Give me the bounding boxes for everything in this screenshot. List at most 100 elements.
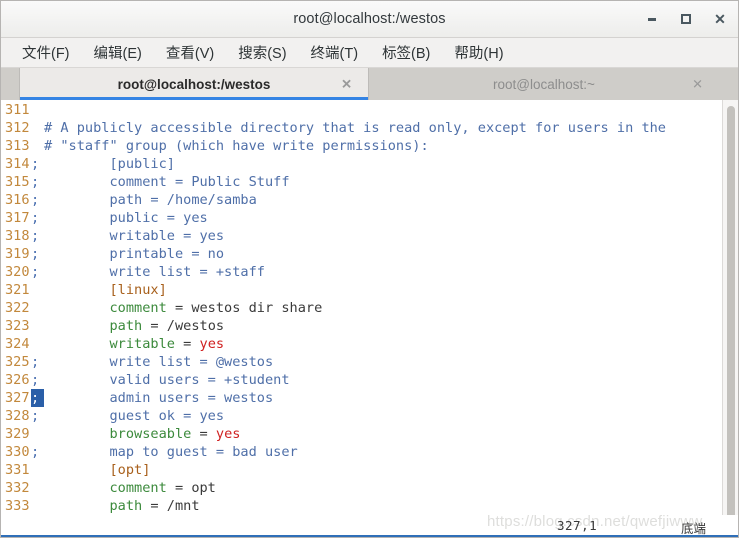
comment-marker <box>31 101 44 119</box>
comment-marker <box>31 281 44 299</box>
editor-line[interactable]: 312 # A publicly accessible directory th… <box>1 119 722 137</box>
terminal-content[interactable]: 311 312 # A publicly accessible director… <box>1 100 738 537</box>
editor-line[interactable]: 317; public = yes <box>1 209 722 227</box>
comment-marker <box>31 317 44 335</box>
menu-item-terminal[interactable]: 终端(T) <box>302 39 368 66</box>
line-number: 331 <box>5 462 30 478</box>
editor-line[interactable]: 329 browseable = yes <box>1 425 722 443</box>
code-segment: writable <box>44 336 175 352</box>
code-segment: yes <box>215 426 241 442</box>
editor-line[interactable]: 325; write list = @westos <box>1 353 722 371</box>
line-number: 320 <box>5 264 30 280</box>
code-segment: [public] <box>44 156 175 172</box>
code-segment: # A publicly accessible directory that i… <box>44 120 666 136</box>
line-text: write list = @westos <box>44 353 722 371</box>
line-text: printable = no <box>44 245 722 263</box>
line-text: path = /westos <box>44 317 722 335</box>
editor-line[interactable]: 322 comment = westos dir share <box>1 299 722 317</box>
comment-marker: ; <box>31 264 40 280</box>
editor-line[interactable]: 331 [opt] <box>1 461 722 479</box>
editor-lines[interactable]: 311 312 # A publicly accessible director… <box>1 100 722 537</box>
editor-line[interactable]: 326; valid users = +student <box>1 371 722 389</box>
close-button[interactable]: ✕ <box>712 11 728 27</box>
scrollbar-thumb[interactable] <box>727 106 735 531</box>
line-text: guest ok = yes <box>44 407 722 425</box>
window-controls: ✕ <box>644 1 728 37</box>
code-segment: admin users = westos <box>44 390 274 406</box>
comment-marker: ; <box>31 408 40 424</box>
tab-bar: root@localhost:/westos ✕ root@localhost:… <box>1 68 738 100</box>
editor-line[interactable]: 328; guest ok = yes <box>1 407 722 425</box>
line-text: path = /home/samba <box>44 191 722 209</box>
comment-marker <box>31 425 44 443</box>
code-segment: yes <box>199 336 225 352</box>
editor-line[interactable]: 327; admin users = westos <box>1 389 722 407</box>
menu-item-tabs[interactable]: 标签(B) <box>373 39 439 66</box>
comment-marker <box>31 335 44 353</box>
line-text: public = yes <box>44 209 722 227</box>
tab-home[interactable]: root@localhost:~ ✕ <box>369 68 719 100</box>
menu-item-file[interactable]: 文件(F) <box>13 39 79 66</box>
code-segment: valid users = +student <box>44 372 290 388</box>
line-number: 330 <box>5 444 30 460</box>
maximize-button[interactable] <box>678 11 694 27</box>
line-number: 312 <box>5 120 30 136</box>
menu-bar: 文件(F) 编辑(E) 查看(V) 搜索(S) 终端(T) 标签(B) 帮助(H… <box>1 38 738 68</box>
line-text: # A publicly accessible directory that i… <box>44 119 722 137</box>
line-number: 327 <box>5 390 30 406</box>
editor-line[interactable]: 324 writable = yes <box>1 335 722 353</box>
editor-line[interactable]: 313 # "staff" group (which have write pe… <box>1 137 722 155</box>
editor-line[interactable]: 321 [linux] <box>1 281 722 299</box>
line-text: [linux] <box>44 281 722 299</box>
editor-line[interactable]: 330; map to guest = bad user <box>1 443 722 461</box>
editor-line[interactable]: 323 path = /westos <box>1 317 722 335</box>
code-segment: write list = +staff <box>44 264 265 280</box>
menu-item-help[interactable]: 帮助(H) <box>445 39 512 66</box>
editor-line[interactable]: 311 <box>1 101 722 119</box>
terminal-window: root@localhost:/westos ✕ 文件(F) 编辑(E) 查看(… <box>0 0 739 538</box>
comment-marker <box>31 497 44 515</box>
title-bar: root@localhost:/westos ✕ <box>1 1 738 38</box>
tab-close-icon[interactable]: ✕ <box>341 78 352 91</box>
line-number: 323 <box>5 318 30 334</box>
menu-item-edit[interactable]: 编辑(E) <box>85 39 151 66</box>
line-number: 324 <box>5 336 30 352</box>
editor-line[interactable]: 316; path = /home/samba <box>1 191 722 209</box>
editor-line[interactable]: 333 path = /mnt <box>1 497 722 515</box>
tab-close-icon[interactable]: ✕ <box>692 78 703 91</box>
code-segment: path = /home/samba <box>44 192 257 208</box>
code-segment: comment <box>44 480 167 496</box>
code-segment: [opt] <box>44 462 151 478</box>
line-number: 328 <box>5 408 30 424</box>
line-number: 317 <box>5 210 30 226</box>
editor-line[interactable]: 319; printable = no <box>1 245 722 263</box>
line-text: writable = yes <box>44 335 722 353</box>
comment-marker: ; <box>31 228 40 244</box>
menu-item-search[interactable]: 搜索(S) <box>229 39 295 66</box>
editor-line[interactable]: 315; comment = Public Stuff <box>1 173 722 191</box>
line-text: write list = +staff <box>44 263 722 281</box>
cursor-block: ; <box>31 389 44 407</box>
code-segment: comment = Public Stuff <box>44 174 290 190</box>
line-text: browseable = yes <box>44 425 722 443</box>
code-segment: [linux] <box>44 282 167 298</box>
editor-line[interactable]: 314; [public] <box>1 155 722 173</box>
code-segment: = <box>174 336 200 352</box>
comment-marker: ; <box>31 156 40 172</box>
code-segment: = westos dir share <box>166 300 323 316</box>
code-segment: map to guest = bad user <box>44 444 298 460</box>
line-number: 311 <box>5 102 30 118</box>
tab-westos[interactable]: root@localhost:/westos ✕ <box>19 68 369 100</box>
comment-marker: ; <box>31 246 40 262</box>
minimize-button[interactable] <box>644 11 660 27</box>
code-segment: browseable <box>44 426 192 442</box>
editor-line[interactable]: 332 comment = opt <box>1 479 722 497</box>
line-number: 316 <box>5 192 30 208</box>
editor-line[interactable]: 320; write list = +staff <box>1 263 722 281</box>
code-segment: writable = yes <box>44 228 225 244</box>
vertical-scrollbar[interactable] <box>722 100 738 537</box>
line-number: 322 <box>5 300 30 316</box>
editor-line[interactable]: 318; writable = yes <box>1 227 722 245</box>
menu-item-view[interactable]: 查看(V) <box>157 39 223 66</box>
code-segment: public = yes <box>44 210 208 226</box>
